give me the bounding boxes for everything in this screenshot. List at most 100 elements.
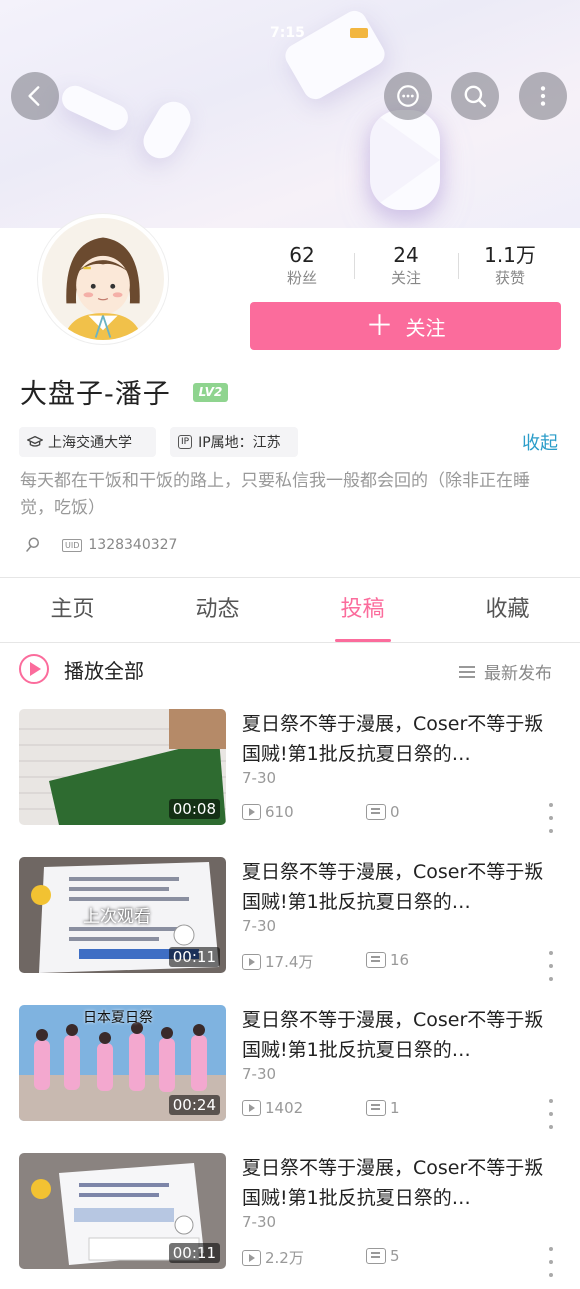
profile-stats: 62 粉丝 24 关注 1.1万 获赞 — [250, 243, 562, 291]
stat-following[interactable]: 24 关注 — [354, 243, 458, 291]
sort-lines-icon — [459, 665, 475, 678]
video-thumbnail[interactable]: 上次观看 00:11 — [19, 857, 226, 973]
tab-dynamics[interactable]: 动态 — [145, 580, 290, 642]
play-count-icon — [242, 804, 261, 820]
battery-icon — [349, 28, 368, 38]
profile-name: 大盘子-潘子 — [20, 379, 171, 410]
video-item[interactable]: 上次观看 00:11 夏日祭不等于漫展，Coser不等于叛国贼!第1批反抗夏日祭… — [0, 857, 580, 1005]
stat-value: 24 — [393, 243, 419, 267]
video-duration: 00:11 — [168, 1243, 220, 1263]
video-date: 7-30 — [242, 769, 277, 787]
school-tag[interactable]: 上海交通大学 — [19, 427, 156, 457]
stat-value: 1.1万 — [484, 243, 536, 267]
play-count-value: 17.4万 — [265, 953, 314, 971]
play-all-button[interactable]: 播放全部 — [19, 654, 144, 684]
video-date: 7-30 — [242, 1213, 277, 1231]
message-button[interactable] — [384, 72, 432, 120]
avatar-cartoon-girl — [42, 218, 164, 340]
video-title[interactable]: 夏日祭不等于漫展，Coser不等于叛国贼!第1批反抗夏日祭的… — [242, 709, 557, 769]
graduation-cap-icon — [27, 435, 43, 447]
video-thumbnail[interactable]: 00:08 — [19, 709, 226, 825]
video-title[interactable]: 夏日祭不等于漫展，Coser不等于叛国贼!第1批反抗夏日祭的… — [242, 857, 557, 917]
ip-location: IP属地：江苏 — [198, 435, 281, 451]
comment-icon — [366, 804, 386, 820]
comment-count: 16 — [366, 951, 409, 969]
video-more-button[interactable] — [546, 803, 556, 833]
video-item[interactable]: 00:11 夏日祭不等于漫展，Coser不等于叛国贼!第1批反抗夏日祭的… 7-… — [0, 1153, 580, 1289]
play-count: 1402 — [242, 1099, 303, 1117]
follow-button[interactable]: ＋ 关注 — [250, 302, 561, 350]
tab-favorites[interactable]: 收藏 — [435, 580, 580, 642]
video-thumbnail[interactable]: 00:11 — [19, 1153, 226, 1269]
chat-bubble-icon — [397, 85, 419, 107]
collapse-link[interactable]: 收起 — [522, 429, 558, 455]
video-date: 7-30 — [242, 1065, 277, 1083]
sort-label: 最新发布 — [484, 664, 552, 684]
ip-icon: IP — [178, 435, 193, 449]
plus-icon: ＋ — [365, 309, 394, 342]
play-count-value: 610 — [265, 803, 294, 821]
avatar[interactable] — [38, 214, 168, 344]
comment-count-value: 0 — [390, 803, 400, 821]
play-count-value: 2.2万 — [265, 1249, 304, 1267]
play-count-icon — [242, 953, 261, 970]
thumbnail-caption: 日本夏日祭 — [83, 1010, 153, 1026]
level-badge: LV2 — [193, 383, 228, 402]
video-duration: 00:11 — [168, 947, 220, 967]
uid-value: 1328340327 — [88, 537, 178, 553]
uid-row: UID 1328340327 — [24, 534, 177, 556]
status-bar: 7:15 — [270, 25, 368, 41]
comment-count: 1 — [366, 1099, 400, 1117]
play-count-icon — [242, 1100, 261, 1116]
comment-count-value: 16 — [390, 951, 410, 969]
video-title[interactable]: 夏日祭不等于漫展，Coser不等于叛国贼!第1批反抗夏日祭的… — [242, 1153, 557, 1213]
sort-button[interactable]: 最新发布 — [459, 659, 552, 684]
play-all-label: 播放全部 — [64, 658, 144, 683]
video-title[interactable]: 夏日祭不等于漫展，Coser不等于叛国贼!第1批反抗夏日祭的… — [242, 1005, 557, 1065]
play-count: 610 — [242, 803, 294, 821]
school-name: 上海交通大学 — [48, 435, 132, 451]
comment-count-value: 1 — [390, 1099, 400, 1117]
back-button[interactable] — [11, 72, 59, 120]
status-time: 7:15 — [270, 25, 305, 41]
tab-uploads[interactable]: 投稿 — [290, 580, 435, 642]
profile-tabs: 主页 动态 投稿 收藏 — [0, 580, 580, 642]
banner-decoration — [57, 81, 133, 135]
banner-decoration — [281, 6, 389, 104]
play-count: 2.2万 — [242, 1247, 304, 1268]
stat-fans[interactable]: 62 粉丝 — [250, 243, 354, 291]
video-item[interactable]: 日本夏日祭 00:24 夏日祭不等于漫展，Coser不等于叛国贼!第1批反抗夏日… — [0, 1005, 580, 1153]
play-count-icon — [242, 1249, 261, 1266]
video-date: 7-30 — [242, 917, 277, 935]
ip-location-tag: IP IP属地：江苏 — [170, 427, 298, 457]
video-item[interactable]: 00:08 夏日祭不等于漫展，Coser不等于叛国贼!第1批反抗夏日祭的… 7-… — [0, 709, 580, 857]
comment-count-value: 5 — [390, 1247, 400, 1265]
follow-label: 关注 — [405, 315, 446, 340]
stat-label: 粉丝 — [286, 269, 317, 287]
video-duration: 00:08 — [168, 799, 220, 819]
video-duration: 00:24 — [168, 1095, 220, 1115]
location-pin-icon — [26, 537, 39, 552]
video-more-button[interactable] — [546, 1099, 556, 1129]
video-more-button[interactable] — [546, 1247, 556, 1277]
search-button[interactable] — [451, 72, 499, 120]
banner-decoration — [137, 95, 197, 165]
video-thumbnail[interactable]: 日本夏日祭 00:24 — [19, 1005, 226, 1121]
comment-icon — [366, 952, 386, 968]
comment-icon — [366, 1100, 386, 1116]
banner-play-decoration — [370, 110, 440, 210]
comment-icon — [366, 1248, 386, 1264]
stat-label: 获赞 — [494, 269, 525, 287]
play-count-value: 1402 — [265, 1099, 304, 1117]
stat-label: 关注 — [390, 269, 421, 287]
profile-bio: 每天都在干饭和干饭的路上，只要私信我一般都会回的（除非正在睡觉，吃饭） — [20, 471, 530, 518]
stat-likes[interactable]: 1.1万 获赞 — [458, 243, 562, 291]
video-more-button[interactable] — [546, 951, 556, 981]
tab-home[interactable]: 主页 — [0, 580, 145, 642]
more-options-button[interactable] — [519, 72, 567, 120]
comment-count: 5 — [366, 1247, 400, 1265]
profile-banner: 7:15 — [0, 0, 580, 228]
play-count: 17.4万 — [242, 951, 313, 972]
last-watched-label: 上次观看 — [83, 907, 151, 927]
comment-count: 0 — [366, 803, 400, 821]
